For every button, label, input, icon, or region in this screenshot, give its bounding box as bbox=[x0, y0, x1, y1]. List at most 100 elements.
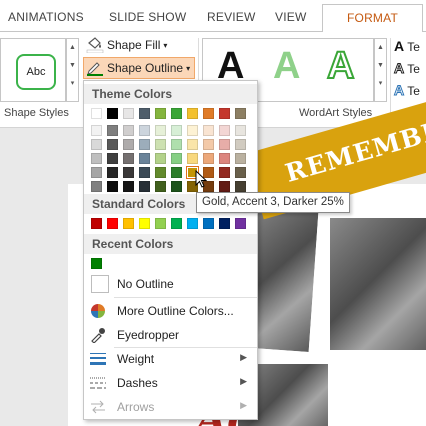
theme-color-swatch[interactable] bbox=[219, 139, 230, 150]
theme-color-swatch[interactable] bbox=[91, 108, 102, 119]
theme-color-swatch[interactable] bbox=[91, 153, 102, 164]
more-outline-colors-item[interactable]: More Outline Colors... bbox=[84, 299, 257, 323]
submenu-arrow-icon: ▶ bbox=[240, 376, 247, 386]
standard-color-swatch[interactable] bbox=[203, 218, 214, 229]
theme-color-swatch[interactable] bbox=[235, 125, 246, 136]
theme-color-swatch[interactable] bbox=[219, 125, 230, 136]
theme-color-swatch[interactable] bbox=[219, 167, 230, 178]
standard-color-swatch[interactable] bbox=[91, 218, 102, 229]
theme-color-swatch[interactable] bbox=[107, 153, 118, 164]
wordart-styles-scroll[interactable]: ▲ ▼ ▾ bbox=[374, 38, 387, 102]
theme-color-swatch[interactable] bbox=[91, 139, 102, 150]
theme-color-swatch[interactable] bbox=[219, 153, 230, 164]
scroll-up-icon[interactable]: ▲ bbox=[67, 39, 78, 57]
theme-color-swatch[interactable] bbox=[139, 181, 150, 192]
theme-color-swatch[interactable] bbox=[171, 125, 182, 136]
text-fill-button[interactable]: A Te bbox=[394, 38, 420, 54]
standard-color-swatch[interactable] bbox=[139, 218, 150, 229]
theme-color-swatch[interactable] bbox=[155, 139, 166, 150]
theme-color-swatch[interactable] bbox=[139, 139, 150, 150]
theme-color-swatch[interactable] bbox=[171, 139, 182, 150]
theme-color-swatch[interactable] bbox=[235, 167, 246, 178]
standard-color-swatch[interactable] bbox=[235, 218, 246, 229]
theme-color-swatch[interactable] bbox=[123, 139, 134, 150]
more-icon[interactable]: ▾ bbox=[67, 75, 78, 93]
theme-color-swatch[interactable] bbox=[91, 125, 102, 136]
standard-color-swatch[interactable] bbox=[187, 218, 198, 229]
slide-photo[interactable] bbox=[326, 214, 426, 354]
theme-color-swatch[interactable] bbox=[187, 139, 198, 150]
shape-outline-label: Shape Outline bbox=[107, 61, 184, 75]
theme-color-swatch[interactable] bbox=[171, 181, 182, 192]
theme-color-swatch[interactable] bbox=[203, 139, 214, 150]
theme-color-swatch[interactable] bbox=[155, 167, 166, 178]
dashes-item[interactable]: Dashes ▶ bbox=[84, 371, 257, 395]
more-icon[interactable]: ▾ bbox=[375, 75, 386, 93]
text-effects-button[interactable]: A Te bbox=[393, 82, 419, 99]
paint-bucket-icon bbox=[86, 37, 104, 54]
theme-color-swatch[interactable] bbox=[235, 153, 246, 164]
theme-color-swatch[interactable] bbox=[235, 139, 246, 150]
weight-item[interactable]: Weight ▶ bbox=[84, 347, 257, 371]
eyedropper-item[interactable]: Eyedropper bbox=[84, 323, 257, 347]
theme-color-swatch[interactable] bbox=[107, 167, 118, 178]
recent-color-swatch[interactable] bbox=[91, 258, 102, 269]
theme-color-swatch[interactable] bbox=[107, 181, 118, 192]
tab-format[interactable]: FORMAT bbox=[322, 4, 423, 33]
standard-color-swatch[interactable] bbox=[155, 218, 166, 229]
wordart-style-green-outline[interactable]: A bbox=[326, 44, 355, 88]
theme-color-swatch[interactable] bbox=[203, 108, 214, 119]
theme-color-swatch[interactable] bbox=[235, 181, 246, 192]
theme-color-swatch[interactable] bbox=[155, 125, 166, 136]
theme-color-swatch[interactable] bbox=[187, 153, 198, 164]
theme-color-swatch[interactable] bbox=[107, 139, 118, 150]
theme-color-swatch[interactable] bbox=[155, 153, 166, 164]
tab-review[interactable]: REVIEW bbox=[207, 10, 256, 24]
theme-color-swatch[interactable] bbox=[219, 181, 230, 192]
theme-color-swatch[interactable] bbox=[155, 108, 166, 119]
tab-view[interactable]: VIEW bbox=[275, 10, 306, 24]
theme-color-swatch[interactable] bbox=[139, 108, 150, 119]
theme-color-swatch[interactable] bbox=[123, 153, 134, 164]
theme-color-swatch[interactable] bbox=[123, 181, 134, 192]
scroll-up-icon[interactable]: ▲ bbox=[375, 39, 386, 57]
theme-color-swatch[interactable] bbox=[155, 181, 166, 192]
theme-color-swatch[interactable] bbox=[91, 167, 102, 178]
tab-animations[interactable]: ANIMATIONS bbox=[8, 10, 84, 24]
shape-styles-scroll[interactable]: ▲ ▼ ▾ bbox=[66, 38, 79, 102]
theme-color-swatch[interactable] bbox=[171, 167, 182, 178]
theme-color-swatch[interactable] bbox=[187, 125, 198, 136]
theme-color-swatch[interactable] bbox=[107, 125, 118, 136]
theme-color-swatch[interactable] bbox=[235, 108, 246, 119]
text-outline-button[interactable]: A Te bbox=[393, 60, 419, 77]
tab-slide-show[interactable]: SLIDE SHOW bbox=[109, 10, 186, 24]
standard-color-swatch[interactable] bbox=[107, 218, 118, 229]
theme-color-swatch[interactable] bbox=[219, 108, 230, 119]
scroll-down-icon[interactable]: ▼ bbox=[375, 57, 386, 75]
theme-color-swatch[interactable] bbox=[107, 108, 118, 119]
scroll-down-icon[interactable]: ▼ bbox=[67, 57, 78, 75]
theme-color-swatch[interactable] bbox=[123, 108, 134, 119]
shape-outline-button[interactable]: Shape Outline ▾ bbox=[83, 57, 196, 79]
wordart-style-light-green[interactable]: A bbox=[273, 45, 300, 88]
color-tooltip: Gold, Accent 3, Darker 25% bbox=[196, 192, 350, 213]
theme-color-swatch[interactable] bbox=[171, 108, 182, 119]
shape-styles-gallery[interactable]: Abc bbox=[0, 38, 66, 102]
theme-colors-header: Theme Colors bbox=[84, 84, 257, 104]
theme-color-swatch[interactable] bbox=[139, 125, 150, 136]
theme-color-swatch[interactable] bbox=[203, 153, 214, 164]
standard-color-swatch[interactable] bbox=[171, 218, 182, 229]
theme-color-swatch[interactable] bbox=[123, 125, 134, 136]
shape-fill-button[interactable]: Shape Fill ▾ bbox=[86, 35, 167, 55]
theme-color-swatch[interactable] bbox=[139, 153, 150, 164]
theme-color-swatch[interactable] bbox=[203, 125, 214, 136]
shape-style-thumbnail[interactable]: Abc bbox=[16, 54, 56, 90]
theme-color-swatch[interactable] bbox=[123, 167, 134, 178]
standard-color-swatch[interactable] bbox=[123, 218, 134, 229]
theme-color-swatch[interactable] bbox=[187, 108, 198, 119]
no-outline-item[interactable]: No Outline bbox=[84, 272, 257, 296]
standard-color-swatch[interactable] bbox=[219, 218, 230, 229]
theme-color-swatch[interactable] bbox=[139, 167, 150, 178]
theme-color-swatch[interactable] bbox=[91, 181, 102, 192]
theme-color-swatch[interactable] bbox=[171, 153, 182, 164]
